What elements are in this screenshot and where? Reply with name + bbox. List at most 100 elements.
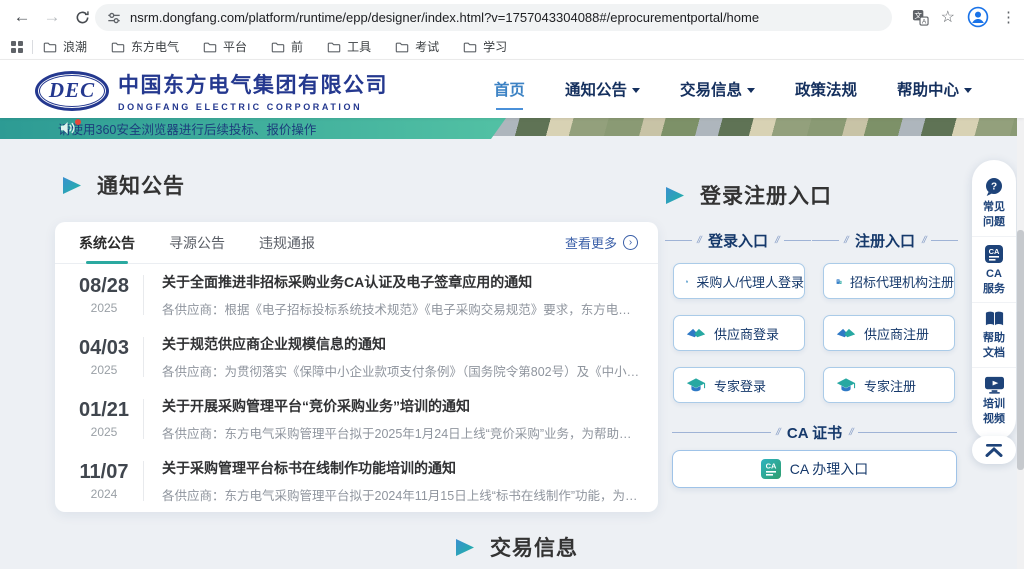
tab-system-notices[interactable]: 系统公告 [79, 222, 135, 264]
ticker-text: 请使用360安全浏览器进行后续投标、报价操作 [58, 119, 316, 138]
notice-title: 关于开展采购管理平台“竞价采购业务”培训的通知 [162, 396, 642, 416]
sidebar-item-help-docs[interactable]: 帮助文档 [972, 302, 1016, 367]
notice-desc: 各供应商：根据《电子招标投标系统技术规范》《电子采购交易规范》要求，东方电气采购… [162, 299, 642, 318]
tab-violation-reports[interactable]: 违规通报 [259, 222, 315, 264]
book-icon [984, 310, 1005, 328]
bookmark-folder-kaoshi[interactable]: 考试 [395, 38, 439, 55]
toolbar-right-icons: 文 A ☆ ⋮ [912, 0, 1016, 34]
decorative-line [784, 240, 811, 241]
view-more-label: 查看更多 [565, 233, 617, 252]
ca-button-label: CA 办理入口 [790, 459, 869, 479]
nav-item-home[interactable]: 首页 [494, 72, 525, 106]
tab-sourcing-notices[interactable]: 寻源公告 [169, 222, 225, 264]
nav-label: 交易信息 [680, 78, 742, 100]
chevron-right-circle-icon: › [623, 235, 638, 250]
arrow-up-to-line-icon [984, 443, 1004, 457]
folder-icon [463, 41, 477, 53]
chevron-down-icon [632, 88, 640, 93]
speaker-icon [60, 121, 76, 135]
notification-dot [75, 119, 81, 125]
back-to-top-button[interactable] [972, 436, 1016, 464]
graduation-cap-icon [836, 377, 856, 393]
site-settings-icon[interactable] [107, 11, 121, 25]
decorative-line [812, 240, 839, 241]
folder-icon [203, 41, 217, 53]
main-nav: 首页 通知公告 交易信息 政策法规 帮助中心 [494, 60, 972, 118]
register-header-label: 注册入口 [853, 230, 917, 251]
bookmark-label: 学习 [483, 38, 507, 55]
notice-content: 关于规范供应商企业规模信息的通知 各供应商：为贯彻落实《保障中小企业款项支付条例… [162, 334, 642, 380]
view-more-link[interactable]: 查看更多 › [565, 233, 638, 252]
notice-list: 08/28 2025 关于全面推进非招标采购业务CA认证及电子签章应用的通知 各… [55, 264, 658, 512]
bookmark-label: 东方电气 [131, 38, 179, 55]
notice-date-md: 11/07 [65, 461, 143, 484]
sidebar-item-training-videos[interactable]: 培训视频 [972, 367, 1016, 433]
forward-icon[interactable]: → [40, 5, 64, 29]
nav-item-trade-info[interactable]: 交易信息 [680, 72, 755, 106]
supplier-login-button[interactable]: 供应商登录 [673, 315, 805, 351]
handshake-icon [836, 326, 856, 341]
ca-header-label: CA 证书 [785, 422, 844, 443]
decorative-slashes: // [696, 235, 702, 246]
expert-login-button[interactable]: 专家登录 [673, 367, 805, 403]
button-label: 招标代理机构注册 [850, 272, 954, 291]
decorative-slashes: // [848, 427, 854, 438]
notice-row[interactable]: 08/28 2025 关于全面推进非招标采购业务CA认证及电子签章应用的通知 各… [55, 264, 658, 326]
notice-row[interactable]: 04/03 2025 关于规范供应商企业规模信息的通知 各供应商：为贯彻落实《保… [55, 326, 658, 388]
sidebar-item-faq[interactable]: ? 常见问题 [972, 170, 1016, 236]
folder-icon [327, 41, 341, 53]
sidebar-item-label: 培训视频 [983, 397, 1005, 427]
login-register-buttons: 采购人/代理人登录 招标代理机构注册 供应商登录 供应商注 [673, 263, 955, 403]
notice-card: 系统公告 寻源公告 违规通报 查看更多 › 08/28 2025 关于全 [55, 222, 658, 512]
notice-row[interactable]: 01/21 2025 关于开展采购管理平台“竞价采购业务”培训的通知 各供应商：… [55, 388, 658, 450]
chevron-down-icon [747, 88, 755, 93]
apps-grid-icon[interactable] [10, 40, 24, 54]
bookmark-star-icon[interactable]: ☆ [941, 7, 955, 27]
bookmark-folder-qian[interactable]: 前 [271, 38, 303, 55]
notice-desc: 各供应商：为贯彻落实《保障中小企业款项支付条例》（国务院令第802号）及《中小企… [162, 361, 642, 380]
building-icon [836, 273, 842, 290]
reload-icon[interactable] [70, 5, 94, 29]
browser-menu-icon[interactable]: ⋮ [1001, 8, 1016, 26]
bidding-agency-register-button[interactable]: 招标代理机构注册 [823, 263, 955, 299]
bookmark-folder-langchao[interactable]: 浪潮 [43, 38, 87, 55]
expert-register-button[interactable]: 专家注册 [823, 367, 955, 403]
sidebar-item-label: 帮助文档 [983, 331, 1005, 361]
bookmark-label: 前 [291, 38, 303, 55]
back-icon[interactable]: ← [10, 5, 34, 29]
bookmark-folder-xuexi[interactable]: 学习 [463, 38, 507, 55]
nav-item-help-center[interactable]: 帮助中心 [897, 72, 972, 106]
nav-item-notices[interactable]: 通知公告 [565, 72, 640, 106]
notice-title: 关于采购管理平台标书在线制作功能培训的通知 [162, 458, 642, 478]
supplier-register-button[interactable]: 供应商注册 [823, 315, 955, 351]
url-bar[interactable]: nsrm.dongfang.com/platform/runtime/epp/d… [95, 4, 892, 31]
decorative-slashes: // [775, 427, 781, 438]
button-label: 采购人/代理人登录 [696, 272, 804, 291]
purchaser-agent-login-button[interactable]: 采购人/代理人登录 [673, 263, 805, 299]
company-logo[interactable]: DEC 中国东方电气集团有限公司 DONGFANG ELECTRIC CORPO… [35, 69, 388, 112]
ca-badge-icon: CA [761, 459, 781, 479]
bookmarks-divider [32, 40, 33, 54]
notice-date: 11/07 2024 [65, 461, 143, 501]
login-column-header: // 登录入口 // [665, 230, 811, 251]
bookmark-folder-dongfang[interactable]: 东方电气 [111, 38, 179, 55]
handshake-icon [686, 326, 706, 341]
notice-desc: 各供应商：东方电气采购管理平台拟于2025年1月24日上线“竞价采购”业务，为帮… [162, 423, 642, 442]
notice-date-year: 2025 [65, 363, 143, 377]
translate-icon[interactable]: 文 A [912, 9, 929, 26]
scrollbar-thumb[interactable] [1017, 230, 1024, 470]
nav-item-policies[interactable]: 政策法规 [795, 72, 857, 106]
dec-logo-text: DEC [49, 78, 95, 103]
profile-avatar[interactable] [967, 6, 989, 28]
notice-date-year: 2025 [65, 301, 143, 315]
notice-row[interactable]: 11/07 2024 关于采购管理平台标书在线制作功能培训的通知 各供应商：东方… [55, 450, 658, 512]
bookmark-folder-pingtai[interactable]: 平台 [203, 38, 247, 55]
folder-icon [111, 41, 125, 53]
bookmark-folder-gongju[interactable]: 工具 [327, 38, 371, 55]
notice-tabs: 系统公告 寻源公告 违规通报 查看更多 › [55, 222, 658, 264]
ca-apply-button[interactable]: CA CA 办理入口 [672, 450, 957, 488]
svg-text:CA: CA [765, 462, 776, 471]
svg-text:A: A [922, 18, 927, 25]
button-label: 供应商登录 [714, 324, 779, 343]
sidebar-item-ca-service[interactable]: CA CA服务 [972, 236, 1016, 303]
